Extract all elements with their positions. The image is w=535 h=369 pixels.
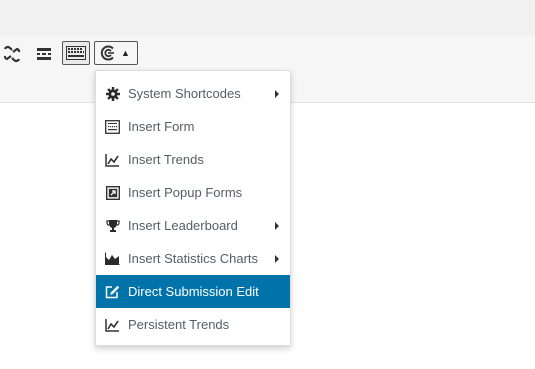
keyboard-icon bbox=[66, 46, 86, 60]
read-more-button[interactable] bbox=[33, 44, 55, 64]
trend-chart-icon bbox=[105, 317, 120, 332]
form-icon bbox=[105, 119, 120, 134]
chevron-up-icon: ▲ bbox=[121, 48, 130, 58]
menu-item-direct-submission-edit[interactable]: Direct Submission Edit bbox=[96, 275, 290, 308]
unlink-icon bbox=[2, 45, 22, 63]
menu-item-label: Insert Leaderboard bbox=[128, 218, 238, 233]
menu-item-system-shortcodes[interactable]: System Shortcodes bbox=[96, 77, 290, 110]
menu-item-insert-popup-forms[interactable]: Insert Popup Forms bbox=[96, 176, 290, 209]
formidable-icon bbox=[100, 45, 116, 61]
menu-item-label: Persistent Trends bbox=[128, 317, 230, 332]
menu-item-persistent-trends[interactable]: Persistent Trends bbox=[96, 308, 290, 341]
menu-item-label: Direct Submission Edit bbox=[128, 284, 259, 299]
area-chart-icon bbox=[105, 251, 120, 266]
formidable-shortcode-menu: System Shortcodes Insert Form Insert Tre… bbox=[95, 70, 291, 346]
menu-item-label: Insert Popup Forms bbox=[128, 185, 243, 200]
menu-item-label: Insert Trends bbox=[128, 152, 204, 167]
menu-item-insert-leaderboard[interactable]: Insert Leaderboard bbox=[96, 209, 290, 242]
menu-item-label: System Shortcodes bbox=[128, 86, 241, 101]
menu-item-insert-statistics-charts[interactable]: Insert Statistics Charts bbox=[96, 242, 290, 275]
editor-top-strip bbox=[0, 0, 535, 36]
unlink-button[interactable] bbox=[1, 44, 23, 64]
submenu-arrow-icon bbox=[275, 89, 279, 98]
formidable-dropdown-button[interactable]: ▲ bbox=[94, 41, 138, 65]
menu-item-insert-trends[interactable]: Insert Trends bbox=[96, 143, 290, 176]
submenu-arrow-icon bbox=[275, 221, 279, 230]
read-more-icon bbox=[35, 47, 53, 61]
submenu-arrow-icon bbox=[275, 254, 279, 263]
trophy-icon bbox=[105, 218, 120, 233]
trend-chart-icon bbox=[105, 152, 120, 167]
menu-item-label: Insert Statistics Charts bbox=[128, 251, 259, 266]
gear-icon bbox=[105, 86, 120, 101]
popup-icon bbox=[105, 185, 120, 200]
toolbar-toggle-button[interactable] bbox=[62, 41, 90, 65]
menu-item-label: Insert Form bbox=[128, 119, 195, 134]
edit-icon bbox=[105, 284, 120, 299]
menu-item-insert-form[interactable]: Insert Form bbox=[96, 110, 290, 143]
